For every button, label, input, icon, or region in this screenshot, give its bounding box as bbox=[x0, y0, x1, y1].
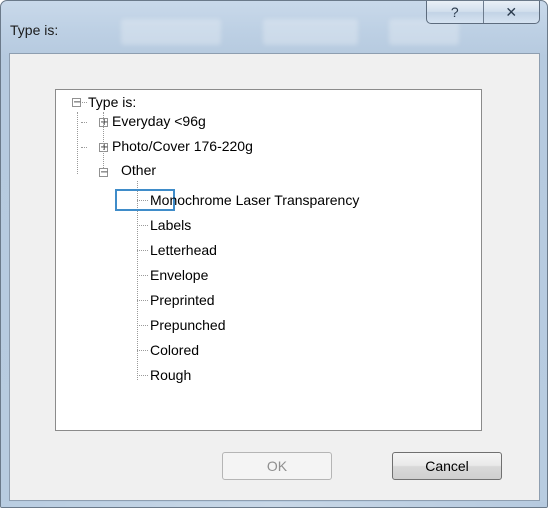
paper-type-tree[interactable]: − Type is: + Everyday <96g + Photo/Cover… bbox=[55, 89, 482, 431]
tree-item-envelope[interactable]: Envelope bbox=[150, 266, 208, 284]
close-icon: ✕ bbox=[505, 3, 518, 20]
background-ghost-tab bbox=[263, 19, 358, 45]
tree-item-prepunched[interactable]: Prepunched bbox=[150, 316, 226, 334]
collapse-icon[interactable]: − bbox=[72, 98, 81, 108]
tree-connector bbox=[137, 350, 148, 351]
cancel-button[interactable]: Cancel bbox=[392, 452, 502, 480]
close-button[interactable]: ✕ bbox=[482, 1, 540, 23]
tree-item-monochrome-laser-transparency[interactable]: Monochrome Laser Transparency bbox=[150, 191, 359, 209]
background-ghost-tab bbox=[121, 19, 221, 45]
tree-connector bbox=[137, 250, 148, 251]
window-bottom-edge bbox=[1, 502, 547, 507]
window-controls: ? ✕ bbox=[426, 1, 540, 24]
tree-connector bbox=[137, 375, 148, 376]
tree-item-rough[interactable]: Rough bbox=[150, 366, 191, 384]
collapse-icon[interactable]: − bbox=[99, 168, 108, 178]
window-title: Type is: bbox=[10, 22, 59, 38]
tree-item-photo-cover[interactable]: Photo/Cover 176-220g bbox=[112, 137, 253, 155]
tree-item-colored[interactable]: Colored bbox=[150, 341, 199, 359]
cancel-button-label: Cancel bbox=[425, 458, 469, 474]
ok-button-label: OK bbox=[266, 458, 288, 474]
help-icon: ? bbox=[450, 4, 459, 20]
tree-connector bbox=[137, 325, 148, 326]
tree-connector bbox=[103, 112, 104, 168]
tree-connector bbox=[77, 112, 78, 174]
dialog-client-area: − Type is: + Everyday <96g + Photo/Cover… bbox=[9, 53, 540, 501]
tree-connector bbox=[137, 275, 148, 276]
ok-button[interactable]: OK bbox=[222, 452, 332, 480]
tree-connector bbox=[81, 147, 87, 148]
tree-connector bbox=[137, 300, 148, 301]
tree-connector bbox=[81, 122, 87, 123]
tree-root-label[interactable]: Type is: bbox=[88, 93, 136, 111]
tree-connector bbox=[82, 102, 87, 103]
help-button[interactable]: ? bbox=[427, 1, 483, 23]
tree-item-other[interactable]: Other bbox=[121, 161, 156, 179]
title-bar[interactable]: Type is: ? ✕ bbox=[1, 1, 547, 53]
tree-connector bbox=[137, 225, 148, 226]
tree-item-everyday[interactable]: Everyday <96g bbox=[112, 112, 206, 130]
tree-item-labels[interactable]: Labels bbox=[150, 216, 191, 234]
tree-item-preprinted[interactable]: Preprinted bbox=[150, 291, 215, 309]
tree-item-letterhead[interactable]: Letterhead bbox=[150, 241, 217, 259]
dialog-window: Type is: ? ✕ − Type is: + Everyday <96g … bbox=[0, 0, 548, 508]
